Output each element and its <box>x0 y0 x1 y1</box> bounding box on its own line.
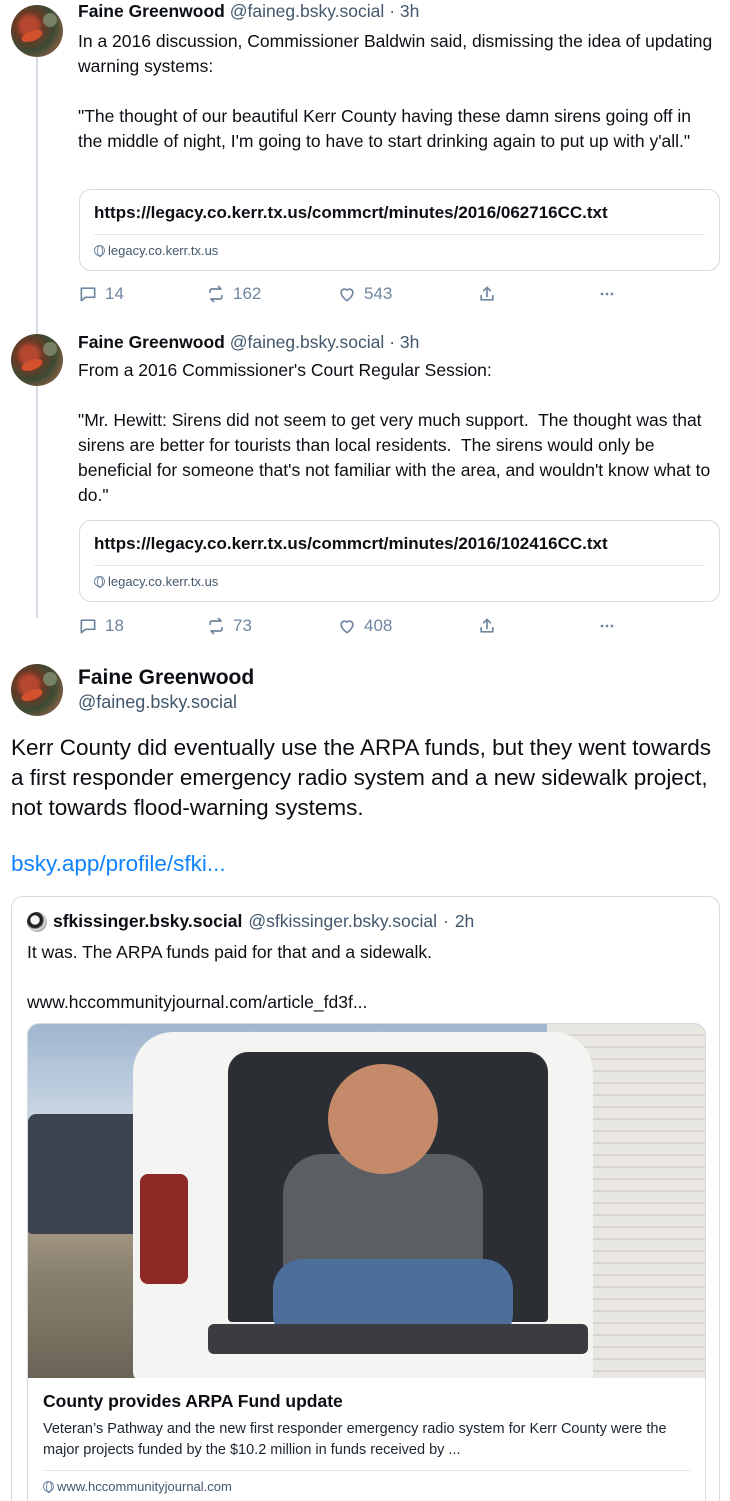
quote-text: It was. The ARPA funds paid for that and… <box>27 942 433 962</box>
separator: · <box>389 1 396 21</box>
share-icon <box>480 618 494 633</box>
like-count: 408 <box>364 616 393 635</box>
author-avatar[interactable] <box>11 664 63 716</box>
embed-description: Veteran’s Pathway and the new first resp… <box>43 1421 667 1458</box>
post-actions: 18 73 408 <box>78 616 638 640</box>
post-text: In a 2016 discussion, Commissioner Baldw… <box>78 31 713 151</box>
reply-icon <box>80 619 96 634</box>
like-count: 543 <box>364 284 393 303</box>
external-embed-card[interactable]: County provides ARPA Fund update Veteran… <box>27 1023 706 1501</box>
like-button[interactable]: 543 <box>337 284 392 304</box>
more-icon <box>600 292 614 296</box>
globe-icon <box>43 1481 54 1493</box>
author-avatar[interactable] <box>11 5 63 57</box>
quote-author-name[interactable]: sfkissinger.bsky.social <box>53 911 242 932</box>
quote-avatar[interactable] <box>27 911 47 932</box>
link-card-title[interactable]: https://legacy.co.kerr.tx.us/commcrt/min… <box>94 203 608 223</box>
embed-domain: www.hccommunityjournal.com <box>43 1479 232 1494</box>
post-time[interactable]: 3h <box>400 332 419 352</box>
reply-button[interactable]: 18 <box>78 616 124 636</box>
quote-time: 2h <box>454 911 475 931</box>
domain-text: www.hccommunityjournal.com <box>57 1479 232 1494</box>
reply-button[interactable]: 14 <box>78 284 124 304</box>
post-text: Kerr County did eventually use the ARPA … <box>11 735 711 820</box>
reply-count: 18 <box>105 616 124 635</box>
link-card[interactable]: https://legacy.co.kerr.tx.us/commcrt/min… <box>79 189 720 271</box>
share-button[interactable] <box>477 616 497 636</box>
repost-icon <box>209 285 223 303</box>
quote-url[interactable]: www.hccommunityjournal.com/article_fd3f.… <box>27 990 367 1015</box>
author-name[interactable]: Faine Greenwood <box>78 666 254 690</box>
post-text: From a 2016 Commissioner's Court Regular… <box>78 360 711 505</box>
author-handle[interactable]: @faineg.bsky.social <box>230 332 385 352</box>
globe-icon <box>94 245 105 257</box>
domain-text: legacy.co.kerr.tx.us <box>108 243 219 258</box>
quote-author-handle[interactable]: @sfkissinger.bsky.social <box>248 911 437 932</box>
repost-count: 162 <box>233 284 262 303</box>
share-icon <box>480 286 494 301</box>
link-card-title[interactable]: https://legacy.co.kerr.tx.us/commcrt/min… <box>94 534 608 554</box>
link-card-domain: legacy.co.kerr.tx.us <box>94 243 218 258</box>
divider <box>94 234 705 235</box>
domain-text: legacy.co.kerr.tx.us <box>108 574 219 589</box>
post-time[interactable]: 3h <box>400 1 419 21</box>
share-button[interactable] <box>477 284 497 304</box>
reply-icon <box>80 287 96 302</box>
post-header: Faine Greenwood @faineg.bsky.social · 3h <box>78 0 419 22</box>
quoted-post[interactable]: sfkissinger.bsky.social @sfkissinger.bsk… <box>11 896 720 1501</box>
author-handle[interactable]: @faineg.bsky.social <box>78 692 237 713</box>
separator: · <box>443 911 449 931</box>
link-card-domain: legacy.co.kerr.tx.us <box>94 574 218 589</box>
repost-count: 73 <box>233 616 252 635</box>
embed-title[interactable]: County provides ARPA Fund update <box>43 1391 343 1412</box>
more-button[interactable] <box>597 284 617 304</box>
repost-button[interactable]: 73 <box>206 616 252 636</box>
post-actions: 14 162 543 <box>78 284 638 308</box>
more-icon <box>600 624 614 628</box>
reply-count: 14 <box>105 284 124 303</box>
post-header: Faine Greenwood @faineg.bsky.social · 3h <box>78 331 419 353</box>
repost-button[interactable]: 162 <box>206 284 261 304</box>
separator: · <box>389 332 396 352</box>
quote-header: sfkissinger.bsky.social @sfkissinger.bsk… <box>27 911 474 932</box>
post-link[interactable]: bsky.app/profile/sfki... <box>11 851 226 877</box>
divider <box>94 565 705 566</box>
more-button[interactable] <box>597 616 617 636</box>
author-handle[interactable]: @faineg.bsky.social <box>230 1 385 21</box>
embed-thumbnail <box>28 1024 705 1378</box>
like-icon <box>340 620 354 634</box>
link-card[interactable]: https://legacy.co.kerr.tx.us/commcrt/min… <box>79 520 720 602</box>
like-icon <box>340 288 354 302</box>
globe-icon <box>94 576 105 588</box>
author-name[interactable]: Faine Greenwood <box>78 332 225 352</box>
author-name[interactable]: Faine Greenwood <box>78 1 225 21</box>
divider <box>43 1470 690 1471</box>
like-button[interactable]: 408 <box>337 616 392 636</box>
author-avatar[interactable] <box>11 334 63 386</box>
repost-icon <box>209 617 223 635</box>
